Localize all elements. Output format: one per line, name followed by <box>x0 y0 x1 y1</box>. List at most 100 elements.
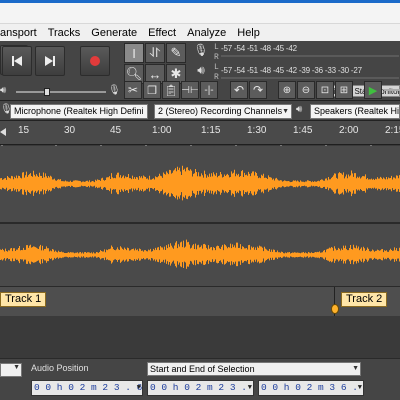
play-meter-left-label: L <box>214 63 219 72</box>
waveform-channel-left[interactable] <box>0 146 400 222</box>
fit-selection-button[interactable]: ⊡ <box>316 81 334 99</box>
label-track[interactable]: Track 1 Track 2 <box>0 286 400 317</box>
playback-meter-scale[interactable]: -57 -54 -51 -48 -45 -42 -39 -36 -33 -30 … <box>221 66 362 75</box>
chevron-down-icon: ▼ <box>247 384 252 392</box>
copy-button[interactable]: ❐ <box>143 81 161 99</box>
tick-label: 2:15 <box>385 125 400 136</box>
undo-button[interactable]: ↶ <box>230 81 248 99</box>
empty-track-area[interactable] <box>0 316 400 358</box>
recording-device-value: Microphone (Realtek High Defini <box>14 106 144 116</box>
chevron-down-icon: ▼ <box>357 384 362 392</box>
record-meter-right-label: R <box>214 53 219 62</box>
fit-project-button[interactable]: ⊞ <box>335 81 353 99</box>
tick-label: 1:45 <box>293 125 313 136</box>
selection-mode-select[interactable]: Start and End of Selection ▼ <box>147 362 361 376</box>
waveform-channel-right[interactable] <box>0 224 400 286</box>
tick-label: 2:00 <box>339 125 359 136</box>
speaker-icon[interactable]: 🔊︎ <box>192 63 210 81</box>
chevron-down-icon: ▼ <box>282 108 289 115</box>
label-track-2[interactable]: Track 2 <box>341 292 388 307</box>
mic-device-icon: 🎙︎ <box>0 104 13 115</box>
main-toolbar: I ⥯ ✎ 🔍︎ ↔ ✱ 🎙︎ 🔊︎ L R L R -57 -54 -51 -… <box>0 41 400 101</box>
redo-button[interactable]: ↷ <box>249 81 267 99</box>
recording-device-select[interactable]: Microphone (Realtek High Defini <box>10 104 148 119</box>
menu-tracks[interactable]: Tracks <box>48 27 81 39</box>
paste-button[interactable]: 📋︎ <box>162 81 180 99</box>
menu-analyze[interactable]: Analyze <box>187 27 226 39</box>
fit-project-icon: ⊞ <box>339 84 349 96</box>
microphone-icon[interactable]: 🎙︎ <box>192 43 210 61</box>
play-speed-slider[interactable] <box>384 89 400 91</box>
tick-label: 45 <box>110 125 122 136</box>
play-at-speed-button[interactable]: ▶ <box>364 81 382 99</box>
audio-track-1[interactable] <box>0 146 400 222</box>
zoom-out-button[interactable]: ⊖ <box>297 81 315 99</box>
skip-start-button[interactable] <box>2 46 32 76</box>
selection-mode-value: Start and End of Selection <box>150 364 255 374</box>
silence-icon: -|- <box>204 84 214 96</box>
chevron-down-icon: ▼ <box>13 364 20 371</box>
menu-help[interactable]: Help <box>237 27 260 39</box>
chevron-down-icon: ▼ <box>136 384 141 392</box>
i-beam-icon: I <box>132 45 136 61</box>
label-track-1[interactable]: Track 1 <box>0 292 47 307</box>
record-icon <box>90 56 100 66</box>
audio-track-2[interactable] <box>0 224 400 286</box>
chevron-down-icon: ▼ <box>352 365 359 372</box>
redo-icon: ↷ <box>252 83 264 97</box>
selection-start-field[interactable]: 0 0 h 0 2 m 2 3 . 6 5 3 s ▼ <box>147 380 254 396</box>
menu-bar: ansport Tracks Generate Effect Analyze H… <box>0 24 400 41</box>
audacity-window: ansport Tracks Generate Effect Analyze H… <box>0 0 400 400</box>
double-arrow-icon: ↔ <box>148 66 162 82</box>
playback-device-value: Speakers (Realtek High <box>314 106 400 116</box>
device-toolbar: 🎙︎ Microphone (Realtek High Defini 2 (St… <box>0 101 400 121</box>
skip-end-icon <box>45 56 55 66</box>
zoom-in-button[interactable]: ⊕ <box>278 81 296 99</box>
volume-slider-handle[interactable] <box>44 88 50 96</box>
silence-button[interactable]: -|- <box>200 81 218 99</box>
selection-start-value: 0 0 h 0 2 m 2 3 . 6 5 3 s <box>150 382 253 393</box>
menu-generate[interactable]: Generate <box>91 27 137 39</box>
window-top-strip <box>0 0 400 24</box>
selection-end-field[interactable]: 0 0 h 0 2 m 3 6 . 7 7 6 s ▼ <box>258 380 364 396</box>
tick-label: 1:30 <box>247 125 267 136</box>
paste-icon: 📋︎ <box>164 84 178 97</box>
volume-icon: 🔊︎ <box>0 85 7 96</box>
draw-tool-button[interactable]: ✎ <box>166 43 186 63</box>
selection-tool-button[interactable]: I <box>124 43 144 63</box>
fit-selection-icon: ⊡ <box>320 84 330 96</box>
undo-icon: ↶ <box>233 83 245 97</box>
menu-transport[interactable]: ansport <box>0 27 37 39</box>
play-icon: ▶ <box>368 84 378 97</box>
menu-effect[interactable]: Effect <box>148 27 176 39</box>
volume-slider[interactable] <box>16 91 106 93</box>
pencil-icon: ✎ <box>170 45 182 60</box>
label-marker-icon[interactable] <box>331 301 339 314</box>
record-meter-bar <box>221 55 399 57</box>
tick-label: 30 <box>64 125 76 136</box>
audio-position-value: 0 0 h 0 2 m 2 3 . 6 5 3 s <box>34 382 143 393</box>
copy-icon: ❐ <box>147 84 157 97</box>
selection-end-value: 0 0 h 0 2 m 3 6 . 7 7 6 s <box>261 382 363 393</box>
envelope-tool-button[interactable]: ⥯ <box>145 43 165 63</box>
selection-toolbar: ▼ Audio Position Start and End of Select… <box>0 358 400 400</box>
track-area[interactable] <box>0 146 400 286</box>
audio-position-field[interactable]: 0 0 h 0 2 m 2 3 . 6 5 3 s ▼ <box>31 380 143 396</box>
cut-button[interactable]: ✂ <box>124 81 142 99</box>
envelope-icon: ⥯ <box>150 45 160 60</box>
record-meter-scale[interactable]: -57 -54 -51 -48 -45 -42 <box>221 44 297 53</box>
trim-button[interactable]: ⊣⊢ <box>181 81 199 99</box>
magnifier-icon: 🔍︎ <box>125 66 143 81</box>
project-rate-select[interactable]: ▼ <box>0 363 22 377</box>
record-meter-left-label: L <box>214 43 219 52</box>
audio-position-label: Audio Position <box>31 363 89 373</box>
recording-channels-select[interactable]: 2 (Stereo) Recording Channels ▼ <box>154 104 292 119</box>
trim-icon: ⊣⊢ <box>181 84 199 96</box>
skip-start-icon <box>12 56 22 66</box>
timeline-ruler[interactable]: 15 30 45 1:00 1:15 1:30 1:45 2:00 2:15 <box>0 121 400 151</box>
record-button[interactable] <box>80 46 110 76</box>
playback-device-select[interactable]: Speakers (Realtek High <box>310 104 400 119</box>
skip-end-button[interactable] <box>35 46 65 76</box>
zoom-out-icon: ⊖ <box>301 84 311 96</box>
ruler-left-arrow[interactable] <box>0 123 6 136</box>
